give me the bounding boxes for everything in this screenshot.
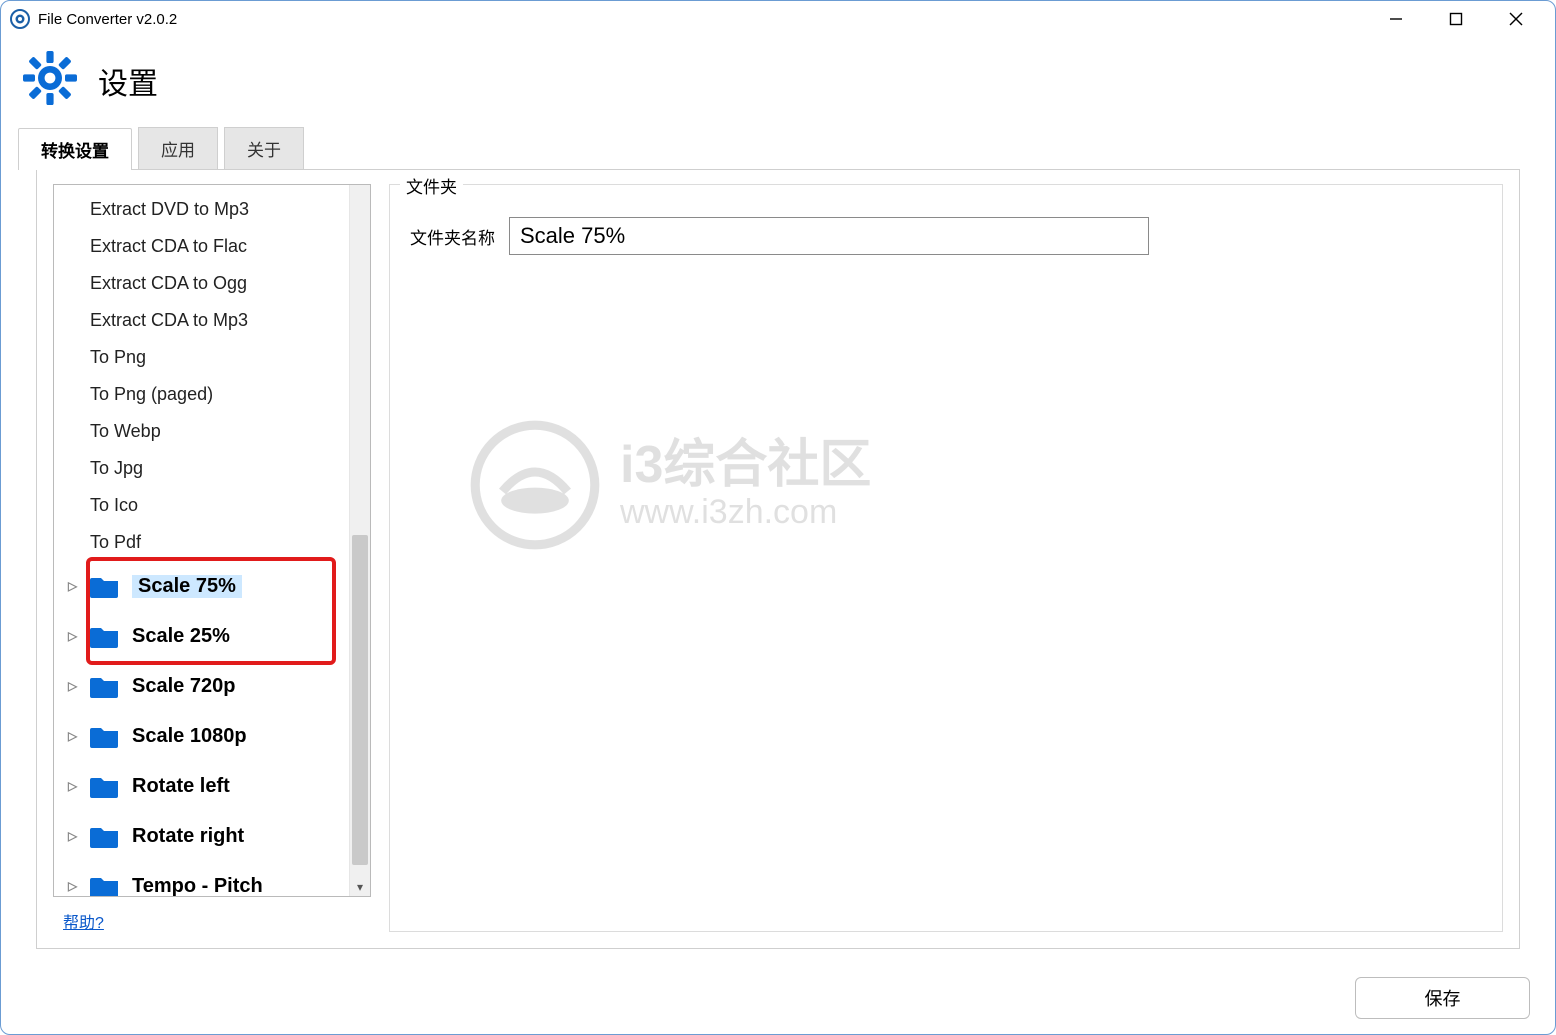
preset-folder[interactable]: ▷ Scale 1080p: [54, 711, 348, 761]
folder-icon: [90, 774, 120, 798]
folder-icon: [90, 574, 120, 598]
preset-folder-label: Scale 720p: [132, 675, 235, 698]
expand-icon[interactable]: ▷: [68, 579, 82, 593]
preset-folder-label: Rotate right: [132, 825, 244, 848]
window-controls: [1366, 0, 1546, 38]
folder-name-input[interactable]: [509, 217, 1149, 255]
preset-folder-label: Scale 25%: [132, 625, 230, 648]
tab-application[interactable]: 应用: [138, 127, 218, 169]
folder-name-row: 文件夹名称: [410, 217, 1482, 255]
preset-item[interactable]: Extract CDA to Ogg: [54, 265, 348, 302]
preset-folder[interactable]: ▷ Scale 720p: [54, 661, 348, 711]
preset-folder-label: Scale 1080p: [132, 725, 247, 748]
gear-icon: [20, 48, 80, 113]
expand-icon[interactable]: ▷: [68, 879, 82, 893]
titlebar: File Converter v2.0.2: [0, 0, 1556, 38]
preset-item[interactable]: To Webp: [54, 413, 348, 450]
tabs: 转换设置 应用 关于: [18, 127, 1538, 169]
preset-folder-label: Tempo - Pitch: [132, 875, 263, 897]
scrollbar-down-icon[interactable]: ▾: [350, 880, 370, 894]
folder-icon: [90, 874, 120, 896]
folder-name-label: 文件夹名称: [410, 224, 495, 249]
preset-tree[interactable]: Extract DVD to Mp3Extract CDA to FlacExt…: [54, 185, 348, 896]
close-button[interactable]: [1486, 0, 1546, 38]
preset-item[interactable]: To Jpg: [54, 450, 348, 487]
expand-icon[interactable]: ▷: [68, 629, 82, 643]
folder-icon: [90, 824, 120, 848]
expand-icon[interactable]: ▷: [68, 779, 82, 793]
content-panel: Extract DVD to Mp3Extract CDA to FlacExt…: [36, 169, 1520, 949]
save-button[interactable]: 保存: [1355, 977, 1530, 1019]
preset-item[interactable]: To Ico: [54, 487, 348, 524]
app-icon: [10, 9, 30, 29]
preset-folder-label: Scale 75%: [132, 575, 242, 598]
preset-item[interactable]: Extract CDA to Flac: [54, 228, 348, 265]
folder-icon: [90, 674, 120, 698]
scrollbar-thumb[interactable]: [352, 535, 368, 865]
folder-fieldset: 文件夹 文件夹名称: [389, 184, 1503, 932]
preset-folder[interactable]: ▷ Tempo - Pitch: [54, 861, 348, 896]
preset-folder[interactable]: ▷ Rotate left: [54, 761, 348, 811]
help-link[interactable]: 帮助?: [63, 909, 371, 933]
help-link-text[interactable]: 帮助?: [63, 915, 104, 932]
preset-folder-label: Rotate left: [132, 775, 230, 798]
expand-icon[interactable]: ▷: [68, 829, 82, 843]
page-title: 设置: [98, 59, 158, 103]
folder-fieldset-legend: 文件夹: [400, 173, 463, 198]
page-header: 设置: [0, 38, 1556, 127]
minimize-button[interactable]: [1366, 0, 1426, 38]
preset-item[interactable]: Extract CDA to Mp3: [54, 302, 348, 339]
tab-conversion-settings[interactable]: 转换设置: [18, 128, 132, 170]
tree-scrollbar[interactable]: ▾: [349, 185, 370, 896]
preset-item[interactable]: Extract DVD to Mp3: [54, 191, 348, 228]
tab-about[interactable]: 关于: [224, 127, 304, 169]
preset-folder[interactable]: ▷ Scale 75%: [54, 561, 348, 611]
preset-item[interactable]: To Png (paged): [54, 376, 348, 413]
folder-icon: [90, 724, 120, 748]
folder-icon: [90, 624, 120, 648]
preset-folder[interactable]: ▷ Rotate right: [54, 811, 348, 861]
preset-item[interactable]: To Pdf: [54, 524, 348, 561]
expand-icon[interactable]: ▷: [68, 729, 82, 743]
preset-item[interactable]: To Png: [54, 339, 348, 376]
preset-folder[interactable]: ▷ Scale 25%: [54, 611, 348, 661]
expand-icon[interactable]: ▷: [68, 679, 82, 693]
window-title: File Converter v2.0.2: [38, 11, 177, 28]
maximize-button[interactable]: [1426, 0, 1486, 38]
detail-panel: 文件夹 文件夹名称: [389, 184, 1503, 934]
preset-tree-panel: Extract DVD to Mp3Extract CDA to FlacExt…: [53, 184, 371, 897]
